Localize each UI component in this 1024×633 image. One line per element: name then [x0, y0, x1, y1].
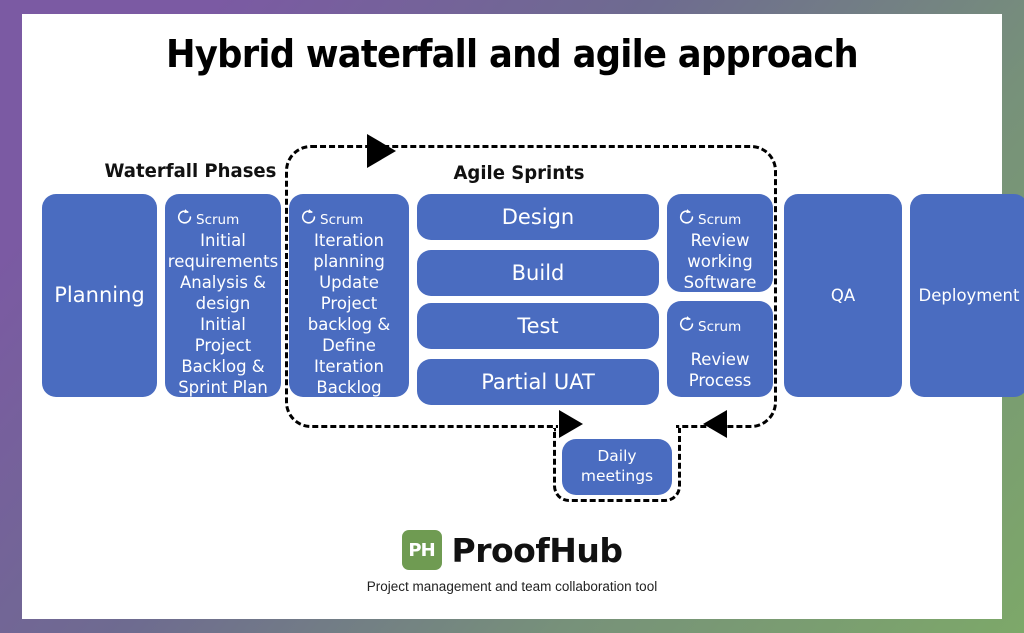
card-daily-meetings-label: Daily meetings: [580, 447, 654, 485]
proofhub-logo-mark: PH: [401, 530, 442, 570]
scrum-badge-label: Scrum: [698, 212, 742, 228]
scrum-badge-label: Scrum: [320, 212, 364, 228]
card-qa-label: QA: [830, 285, 856, 305]
scrum-badge-label: Scrum: [698, 319, 742, 335]
card-build-label: Build: [511, 260, 565, 285]
card-planning-label: Planning: [54, 283, 145, 308]
card-initial-requirements[interactable]: Scrum Initial requirements Analysis & de…: [165, 194, 281, 397]
card-initial-line1: Initial requirements Analysis & design: [167, 230, 279, 313]
scrum-badge: Scrum: [677, 207, 741, 228]
card-design-label: Design: [501, 204, 575, 229]
card-review-process-label: Review Process: [688, 349, 752, 390]
proofhub-brand-name: ProofHub: [451, 530, 623, 570]
card-planning[interactable]: Planning: [42, 194, 157, 397]
card-daily-meetings[interactable]: Daily meetings: [562, 439, 672, 495]
scrum-badge: Scrum: [299, 207, 363, 228]
card-build[interactable]: Build: [417, 250, 659, 296]
loop-arrow-bottom-right-icon: [559, 410, 583, 438]
card-partial-uat-label: Partial UAT: [481, 369, 595, 394]
card-test-label: Test: [517, 313, 559, 338]
scrum-cycle-icon: [680, 316, 694, 331]
card-initial-line2: Initial Project Backlog & Sprint Plan: [178, 314, 268, 398]
card-design[interactable]: Design: [417, 194, 659, 240]
card-review-process[interactable]: Scrum Review Process: [667, 301, 773, 397]
card-partial-uat[interactable]: Partial UAT: [417, 359, 659, 405]
card-iteration-line1: Iteration planning: [313, 230, 385, 271]
card-qa[interactable]: QA: [784, 194, 902, 397]
caption-waterfall-phases: Waterfall Phases: [104, 160, 277, 182]
page-title: Hybrid waterfall and agile approach: [166, 32, 859, 76]
scrum-cycle-icon: [302, 209, 316, 224]
card-iteration-planning[interactable]: Scrum Iteration planning Update Project …: [289, 194, 409, 397]
card-deployment-label: Deployment: [918, 285, 1020, 305]
diagram-canvas: Hybrid waterfall and agile approach Wate…: [22, 14, 1024, 619]
proofhub-tagline: Project management and team collaboratio…: [366, 579, 658, 594]
card-review-working-software[interactable]: Scrum Review working Software: [667, 194, 773, 292]
scrum-cycle-icon: [178, 209, 192, 224]
proofhub-logo: PH ProofHub: [22, 530, 1002, 570]
scrum-badge-label: Scrum: [196, 212, 240, 228]
card-test[interactable]: Test: [417, 303, 659, 349]
scrum-badge: Scrum: [175, 207, 239, 228]
loop-arrow-bottom-left-icon: [703, 410, 727, 438]
gradient-frame: Hybrid waterfall and agile approach Wate…: [0, 0, 1024, 633]
proofhub-footer: PH ProofHub Project management and team …: [22, 530, 1002, 594]
card-deployment[interactable]: Deployment: [910, 194, 1024, 397]
scrum-badge: Scrum: [677, 314, 741, 335]
loop-arrow-top-right-icon: [367, 134, 396, 168]
card-review-working-software-label: Review working Software: [683, 230, 757, 292]
scrum-cycle-icon: [680, 209, 694, 224]
card-iteration-line2: Update Project backlog & Define Iteratio…: [307, 272, 391, 398]
